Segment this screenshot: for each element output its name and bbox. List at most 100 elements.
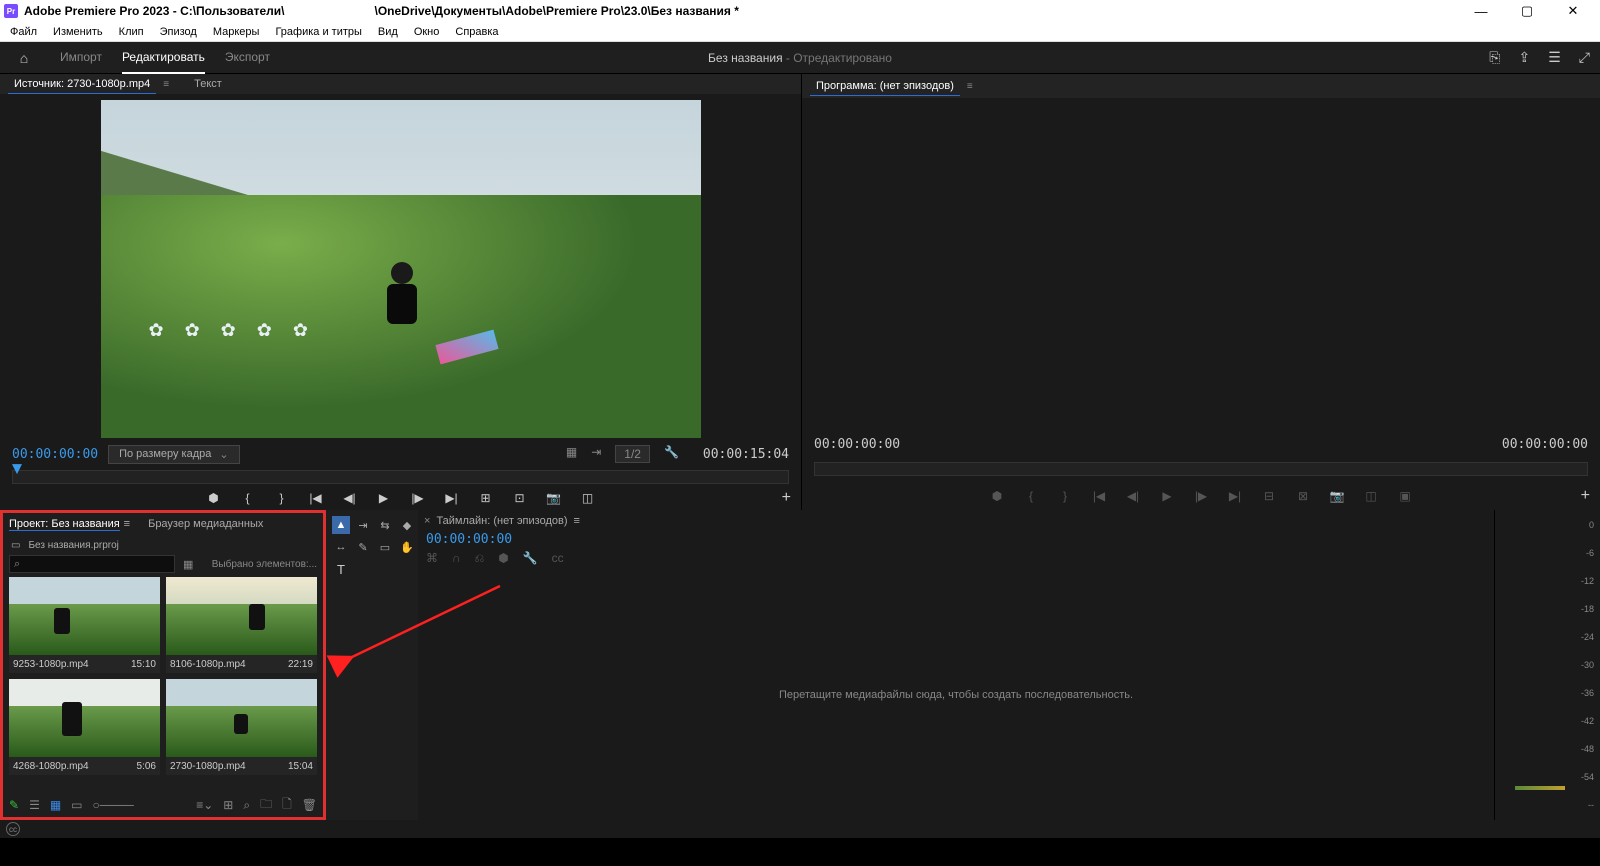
panel-menu-icon[interactable]: ≡: [160, 79, 172, 90]
auto-seq-icon[interactable]: ⊞: [223, 798, 233, 812]
linked-sel-icon[interactable]: ⎌: [475, 551, 485, 566]
marker-icon[interactable]: ⬢: [498, 551, 508, 565]
settings-icon[interactable]: 🔧: [523, 551, 538, 565]
trash-icon[interactable]: 🗑: [302, 798, 317, 812]
step-fwd-icon[interactable]: |▶: [1193, 489, 1209, 503]
source-tab[interactable]: Источник: 2730-1080p.mp4: [8, 75, 156, 94]
menu-file[interactable]: Файл: [4, 24, 43, 40]
timeline-tab[interactable]: Таймлайн: (нет эпизодов): [436, 515, 567, 527]
source-timecode-in[interactable]: 00:00:00:00: [12, 447, 98, 462]
panel-menu-icon[interactable]: ≡: [124, 518, 130, 530]
filter-icon[interactable]: ▦: [183, 558, 193, 571]
play-icon[interactable]: ▶: [1159, 489, 1175, 503]
source-monitor[interactable]: [0, 94, 801, 444]
marker-icon[interactable]: ⬢: [206, 491, 222, 505]
lift-icon[interactable]: ⊟: [1261, 489, 1277, 503]
workspace-tab-export[interactable]: Экспорт: [225, 42, 270, 74]
project-tab[interactable]: Проект: Без названия: [9, 518, 120, 531]
list-view-icon[interactable]: ☰: [29, 798, 40, 812]
menu-sequence[interactable]: Эпизод: [154, 24, 203, 40]
menu-view[interactable]: Вид: [372, 24, 404, 40]
insert-clip-icon[interactable]: ⊞: [478, 491, 494, 505]
clip-item[interactable]: 4268-1080p.mp45:06: [9, 679, 160, 775]
program-timecode-in[interactable]: 00:00:00:00: [814, 437, 900, 452]
project-search-input[interactable]: ⌕: [9, 555, 175, 573]
workspace-tab-edit[interactable]: Редактировать: [122, 42, 205, 74]
comparison-icon[interactable]: ◫: [580, 491, 596, 505]
timeline-drop-area[interactable]: Перетащите медиафайлы сюда, чтобы создат…: [418, 569, 1494, 820]
step-back-icon[interactable]: ◀|: [1125, 489, 1141, 503]
settings-icon[interactable]: ▦: [566, 445, 577, 463]
program-tab[interactable]: Программа: (нет эпизодов): [810, 77, 960, 96]
slip-tool-icon[interactable]: ↔: [332, 538, 350, 556]
rectangle-tool-icon[interactable]: ▭: [376, 538, 394, 556]
step-fwd-icon[interactable]: |▶: [410, 491, 426, 505]
program-scrubber[interactable]: [802, 456, 1600, 482]
sort-icon[interactable]: ≡⌄: [196, 798, 213, 812]
magnet-icon[interactable]: ∩: [452, 551, 461, 565]
export-frame-icon[interactable]: 📷: [546, 491, 562, 505]
timeline-timecode[interactable]: 00:00:00:00: [418, 532, 1494, 547]
goto-in-icon[interactable]: |◀: [308, 491, 324, 505]
safe-margins-icon[interactable]: ▣: [1397, 489, 1413, 503]
freeform-view-icon[interactable]: ▭: [71, 798, 82, 812]
overwrite-clip-icon[interactable]: ⊡: [512, 491, 528, 505]
workspace-tab-import[interactable]: Импорт: [60, 42, 102, 74]
out-point-icon[interactable]: }: [1057, 489, 1073, 503]
in-point-icon[interactable]: {: [1023, 489, 1039, 503]
clip-item[interactable]: 2730-1080p.mp415:04: [166, 679, 317, 775]
cc-status-icon[interactable]: cc: [6, 822, 20, 836]
cc-icon[interactable]: cc: [552, 551, 564, 565]
razor-tool-icon[interactable]: ◆: [398, 516, 416, 534]
step-back-icon[interactable]: ◀|: [342, 491, 358, 505]
workspace-menu-icon[interactable]: ☰: [1548, 49, 1561, 66]
home-icon[interactable]: ⌂: [10, 44, 38, 72]
menu-graphics[interactable]: Графика и титры: [269, 24, 367, 40]
add-button-icon[interactable]: +: [782, 489, 791, 507]
share-icon[interactable]: ⇪: [1519, 49, 1531, 66]
text-tab[interactable]: Текст: [188, 75, 228, 93]
goto-out-icon[interactable]: ▶|: [444, 491, 460, 505]
menu-clip[interactable]: Клип: [113, 24, 150, 40]
panel-menu-icon[interactable]: ≡: [574, 515, 580, 527]
out-point-icon[interactable]: }: [274, 491, 290, 505]
window-close-button[interactable]: ✕: [1550, 0, 1596, 22]
new-bin-icon[interactable]: 🗀: [260, 795, 272, 816]
comparison-icon[interactable]: ◫: [1363, 489, 1379, 503]
play-icon[interactable]: ▶: [376, 491, 392, 505]
pen-tool-icon[interactable]: ✎: [354, 538, 372, 556]
menu-window[interactable]: Окно: [408, 24, 446, 40]
add-button-icon[interactable]: +: [1581, 487, 1590, 505]
export-frame-icon[interactable]: 📷: [1329, 489, 1345, 503]
window-maximize-button[interactable]: ▢: [1504, 0, 1550, 22]
menu-markers[interactable]: Маркеры: [207, 24, 266, 40]
fit-dropdown[interactable]: По размеру кадра: [108, 445, 240, 464]
clip-item[interactable]: 8106-1080p.mp422:19: [166, 577, 317, 673]
menu-edit[interactable]: Изменить: [47, 24, 109, 40]
clip-item[interactable]: 9253-1080p.mp415:10: [9, 577, 160, 673]
hand-tool-icon[interactable]: ✋: [398, 538, 416, 556]
ripple-tool-icon[interactable]: ⇆: [376, 516, 394, 534]
in-point-icon[interactable]: {: [240, 491, 256, 505]
rw-icon[interactable]: ✎: [9, 798, 19, 812]
goto-out-icon[interactable]: ▶|: [1227, 489, 1243, 503]
extract-icon[interactable]: ⊠: [1295, 489, 1311, 503]
insert-icon[interactable]: ⇥: [591, 445, 601, 463]
snap-icon[interactable]: ⌘: [426, 551, 438, 565]
selection-tool-icon[interactable]: ▲: [332, 516, 350, 534]
zoom-slider[interactable]: ○────: [93, 798, 134, 812]
find-icon[interactable]: ⌕: [243, 798, 250, 813]
media-browser-tab[interactable]: Браузер медиаданных: [148, 518, 263, 530]
wrench-icon[interactable]: 🔧: [664, 445, 679, 463]
marker-icon[interactable]: ⬢: [989, 489, 1005, 503]
goto-in-icon[interactable]: |◀: [1091, 489, 1107, 503]
icon-view-icon[interactable]: ▦: [50, 798, 61, 812]
window-minimize-button[interactable]: —: [1458, 0, 1504, 22]
type-tool-icon[interactable]: T: [332, 562, 350, 577]
resolution-selector[interactable]: 1/2: [615, 445, 650, 463]
menu-help[interactable]: Справка: [449, 24, 504, 40]
source-scrubber[interactable]: [0, 464, 801, 486]
program-monitor[interactable]: [802, 98, 1600, 432]
fullscreen-icon[interactable]: ⤢: [1579, 49, 1590, 66]
new-item-icon[interactable]: 🗋: [282, 795, 292, 816]
